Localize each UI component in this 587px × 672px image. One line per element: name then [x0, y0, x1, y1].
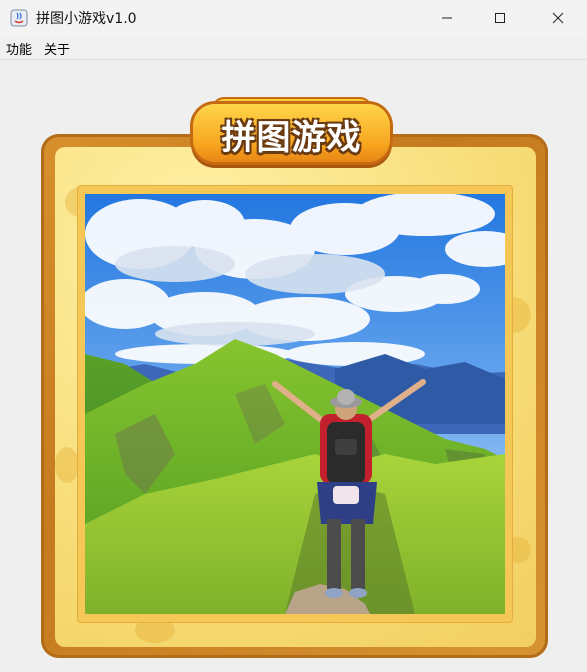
menu-about[interactable]: 关于	[44, 39, 70, 58]
puzzle-image[interactable]	[85, 194, 505, 614]
title-bar: 拼图小游戏v1.0	[0, 0, 587, 36]
window-title: 拼图小游戏v1.0	[36, 11, 137, 27]
minimize-button[interactable]	[424, 0, 470, 36]
minimize-icon	[442, 17, 452, 19]
game-title: 拼图游戏	[221, 118, 362, 158]
java-app-icon	[10, 9, 28, 27]
close-icon	[552, 12, 564, 24]
maximize-icon	[495, 13, 505, 23]
menu-bar: 功能 关于	[0, 36, 587, 60]
frame-spot	[55, 447, 79, 483]
maximize-button[interactable]	[477, 0, 523, 36]
close-button[interactable]	[535, 0, 581, 36]
hiker-mountain-photo	[85, 194, 505, 614]
menu-function[interactable]: 功能	[6, 39, 32, 58]
